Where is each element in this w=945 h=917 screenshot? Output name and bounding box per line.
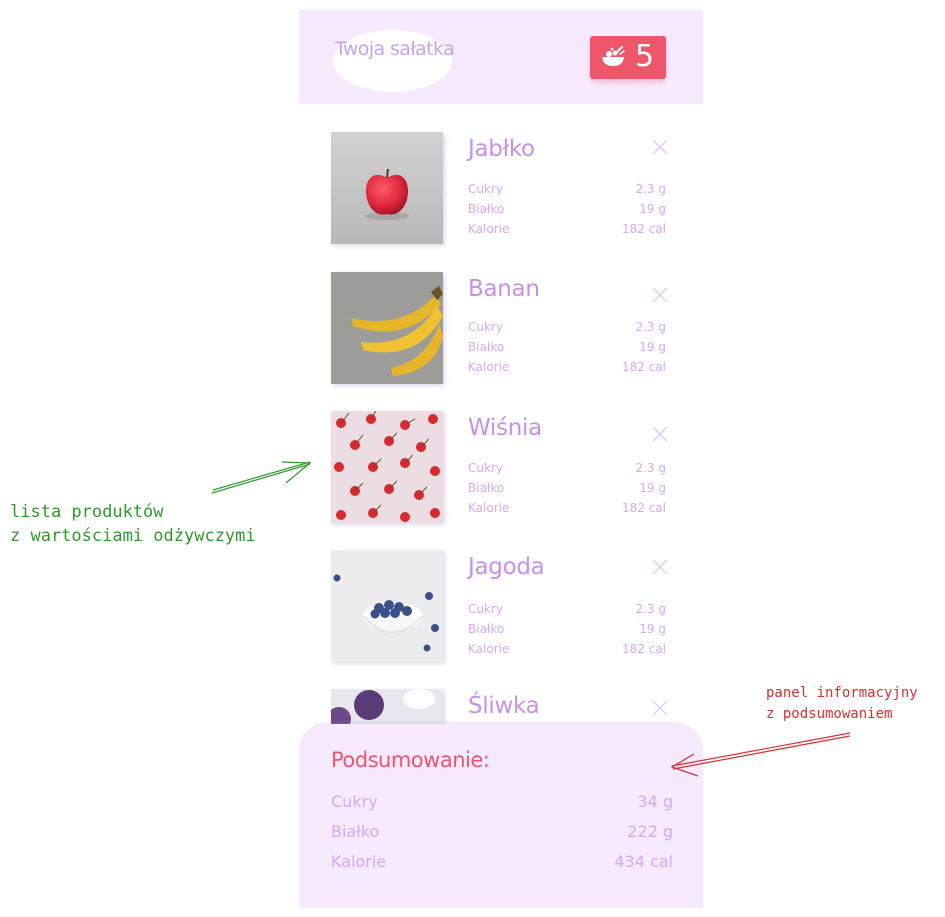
- annotation-product-list: lista produktów z wartościami odżywczymi: [10, 500, 256, 548]
- annotation-arrows: [211, 461, 851, 777]
- annotation-summary-panel: panel informacyjny z podsumowaniem: [766, 683, 918, 725]
- annotation-line: lista produktów: [10, 502, 164, 522]
- annotation-line: z wartościami odżywczymi: [10, 526, 256, 546]
- red-arrow-icon: [670, 732, 851, 777]
- green-arrow-icon: [211, 461, 312, 494]
- annotation-line: z podsumowaniem: [766, 706, 893, 722]
- annotation-line: panel informacyjny: [766, 685, 918, 701]
